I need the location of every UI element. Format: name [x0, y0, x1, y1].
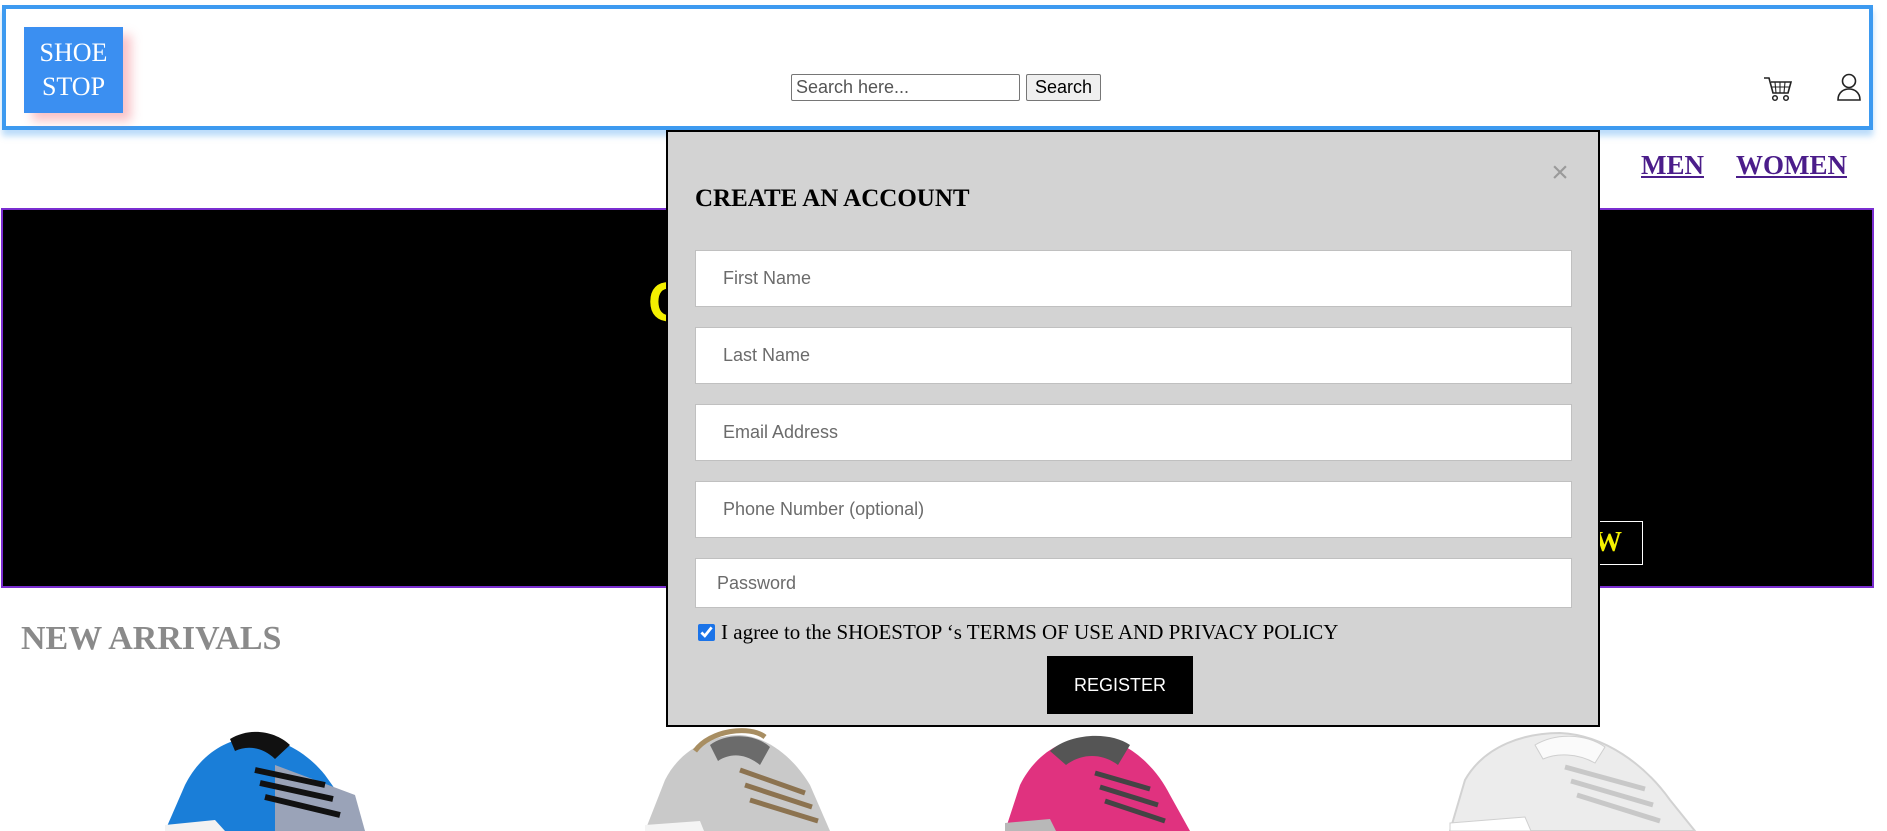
- nav-link-women[interactable]: WOMEN: [1736, 150, 1847, 181]
- search-bar: Search: [791, 74, 1102, 101]
- logo-line-2: STOP: [41, 72, 106, 101]
- first-name-field[interactable]: [695, 250, 1572, 307]
- user-icon[interactable]: [1836, 72, 1862, 102]
- product-image-pink-sneaker[interactable]: [1000, 725, 1200, 831]
- password-field[interactable]: [695, 558, 1572, 608]
- register-button[interactable]: REGISTER: [1047, 656, 1193, 714]
- last-name-field[interactable]: [695, 327, 1572, 384]
- terms-agreement: I agree to the SHOESTOP ‘s TERMS OF USE …: [698, 620, 1338, 645]
- product-image-white-sneaker[interactable]: [1445, 725, 1705, 831]
- email-field[interactable]: [695, 404, 1572, 461]
- site-header: SHOE STOP Search: [2, 5, 1873, 130]
- create-account-modal: × CREATE AN ACCOUNT I agree to the SHOES…: [666, 130, 1600, 727]
- search-button[interactable]: Search: [1026, 74, 1102, 101]
- terms-label: I agree to the SHOESTOP ‘s TERMS OF USE …: [721, 620, 1339, 644]
- nav-link-men[interactable]: MEN: [1641, 150, 1704, 181]
- logo-line-1: SHOE: [39, 38, 108, 67]
- close-icon[interactable]: ×: [1548, 158, 1572, 188]
- new-arrivals-title: NEW ARRIVALS: [21, 620, 282, 657]
- cart-icon[interactable]: [1763, 75, 1793, 103]
- phone-field[interactable]: [695, 481, 1572, 538]
- product-image-gray-shoe[interactable]: [640, 725, 840, 831]
- site-logo[interactable]: SHOE STOP: [24, 27, 123, 113]
- product-image-blue-sneaker[interactable]: [155, 725, 385, 831]
- search-input[interactable]: [791, 74, 1020, 101]
- modal-title: CREATE AN ACCOUNT: [695, 185, 970, 212]
- terms-checkbox[interactable]: [698, 624, 715, 641]
